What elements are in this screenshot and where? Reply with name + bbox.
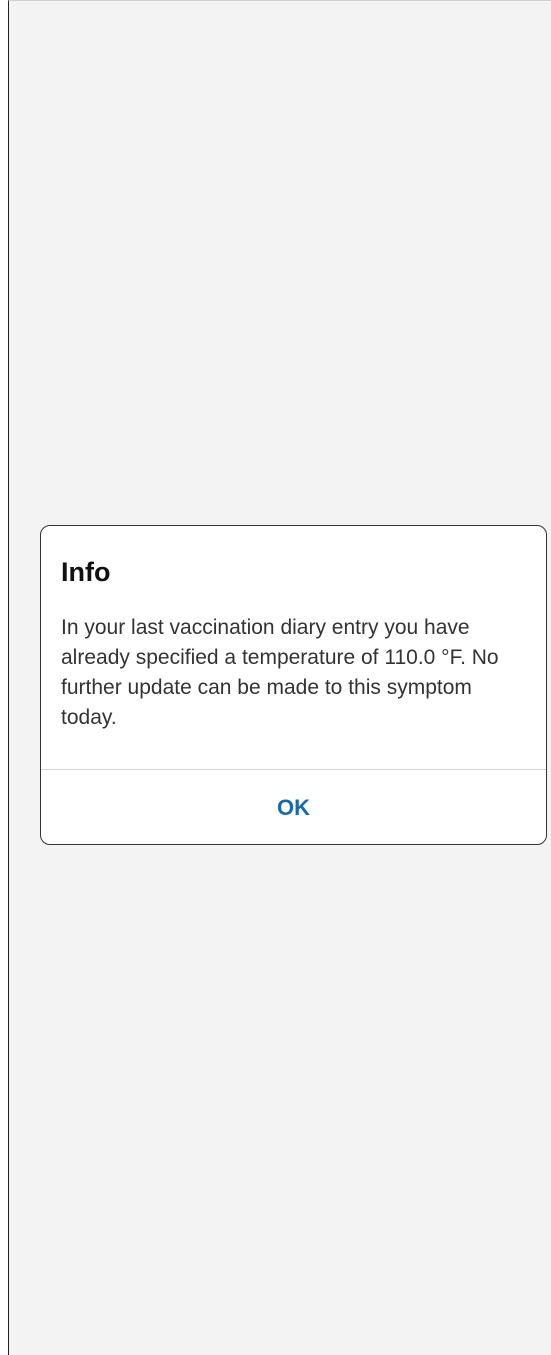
ok-button[interactable]: OK [41,770,546,844]
app-screen-backdrop: Info In your last vaccination diary entr… [8,0,551,1355]
info-dialog: Info In your last vaccination diary entr… [40,525,547,845]
dialog-message: In your last vaccination diary entry you… [61,616,499,729]
dialog-title: Info [61,557,111,587]
